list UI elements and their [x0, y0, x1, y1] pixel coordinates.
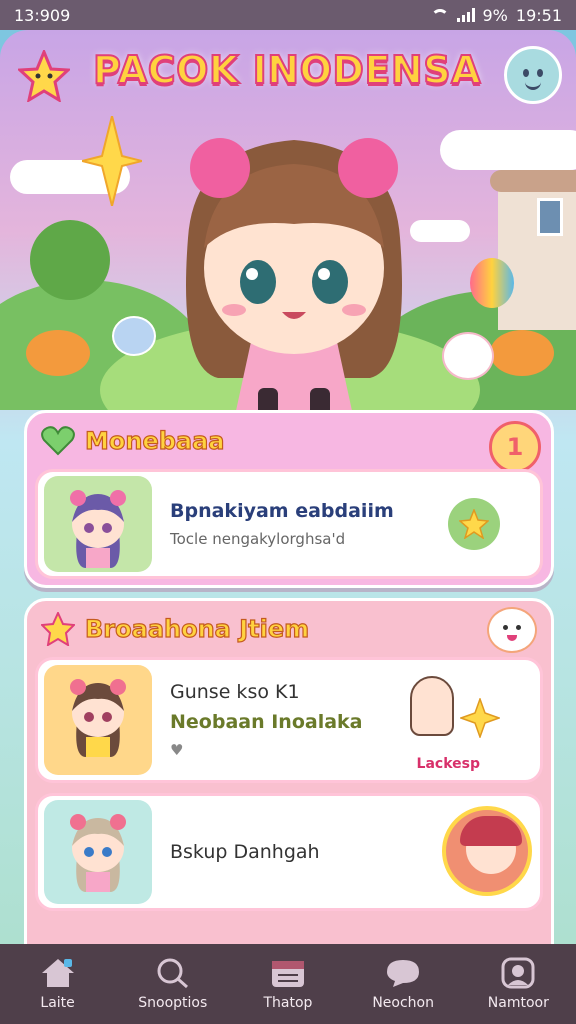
section-favorites: Monebaaa 1 Bpnakiyam eabdaiim Tocle neng…	[24, 410, 554, 588]
chat-icon	[387, 960, 420, 987]
section-title: Broaahona Jtiem	[84, 614, 310, 643]
chat-count-icon: ♥	[170, 741, 184, 759]
friend-avatar	[410, 676, 454, 736]
bottom-nav: Laite Snooptios Thatop Neochon Namtoor	[0, 944, 576, 1024]
avatar	[44, 665, 152, 775]
list-item[interactable]: Bskup Danhgah	[35, 793, 543, 911]
list-item[interactable]: Bpnakiyam eabdaiim Tocle nengakylorghsa'…	[35, 469, 543, 579]
star-icon	[41, 612, 75, 646]
item-subtitle: Neobaan Inoalaka	[170, 711, 363, 733]
status-time-left: 13:909	[14, 5, 71, 25]
battery-level: 9%	[482, 5, 508, 25]
item-title: Bskup Danhgah	[170, 841, 320, 863]
item-title: Bpnakiyam eabdaiim	[170, 500, 394, 522]
section-title: Monebaaa	[84, 426, 225, 455]
nav-search[interactable]: Snooptios	[118, 957, 228, 1011]
signal-icon	[456, 8, 475, 22]
status-time-right: 19:51	[515, 5, 562, 25]
heart-icon	[41, 426, 75, 456]
avatar	[44, 476, 152, 572]
app-screen: PACOK INODENSA Monebaaa 1 Bpnakiyam eabd…	[0, 30, 576, 944]
character-portrait	[442, 806, 532, 896]
item-subtitle: Tocle nengakylorghsa'd	[170, 530, 346, 548]
nav-chat[interactable]: Neochon	[348, 957, 458, 1011]
app-title: PACOK INODENSA	[92, 47, 481, 93]
nav-home[interactable]: Laite	[3, 957, 113, 1011]
count-badge[interactable]: 1	[489, 421, 541, 473]
mascot-icon	[487, 607, 537, 653]
list-item[interactable]: Gunse kso K1 Neobaan Inoalaka ♥ Lackesp	[35, 657, 543, 783]
sparkle-icon	[82, 116, 142, 206]
item-title: Gunse kso K1	[170, 681, 300, 703]
hero-banner: PACOK INODENSA	[0, 30, 576, 410]
wifi-icon	[430, 9, 449, 21]
status-bar: 13:909 9% 19:51	[0, 0, 576, 30]
sparkle-icon	[460, 698, 500, 738]
item-tag: Lackesp	[416, 756, 480, 772]
section-header: Monebaaa 1	[27, 413, 551, 473]
profile-face-button[interactable]	[504, 46, 562, 104]
profile-icon	[501, 957, 535, 989]
section-events: Broaahona Jtiem Gunse kso K1 Neobaan Ino…	[24, 598, 554, 944]
character-illustration	[186, 138, 402, 410]
calendar-icon	[271, 961, 304, 987]
section-header: Broaahona Jtiem	[27, 601, 551, 657]
search-icon	[157, 958, 188, 989]
avatar	[44, 800, 152, 904]
nav-profile[interactable]: Namtoor	[463, 957, 573, 1011]
home-icon	[41, 959, 74, 987]
star-mascot-icon[interactable]	[18, 50, 70, 102]
nav-calendar[interactable]: Thatop	[233, 957, 343, 1011]
star-reward-icon[interactable]	[448, 498, 500, 550]
